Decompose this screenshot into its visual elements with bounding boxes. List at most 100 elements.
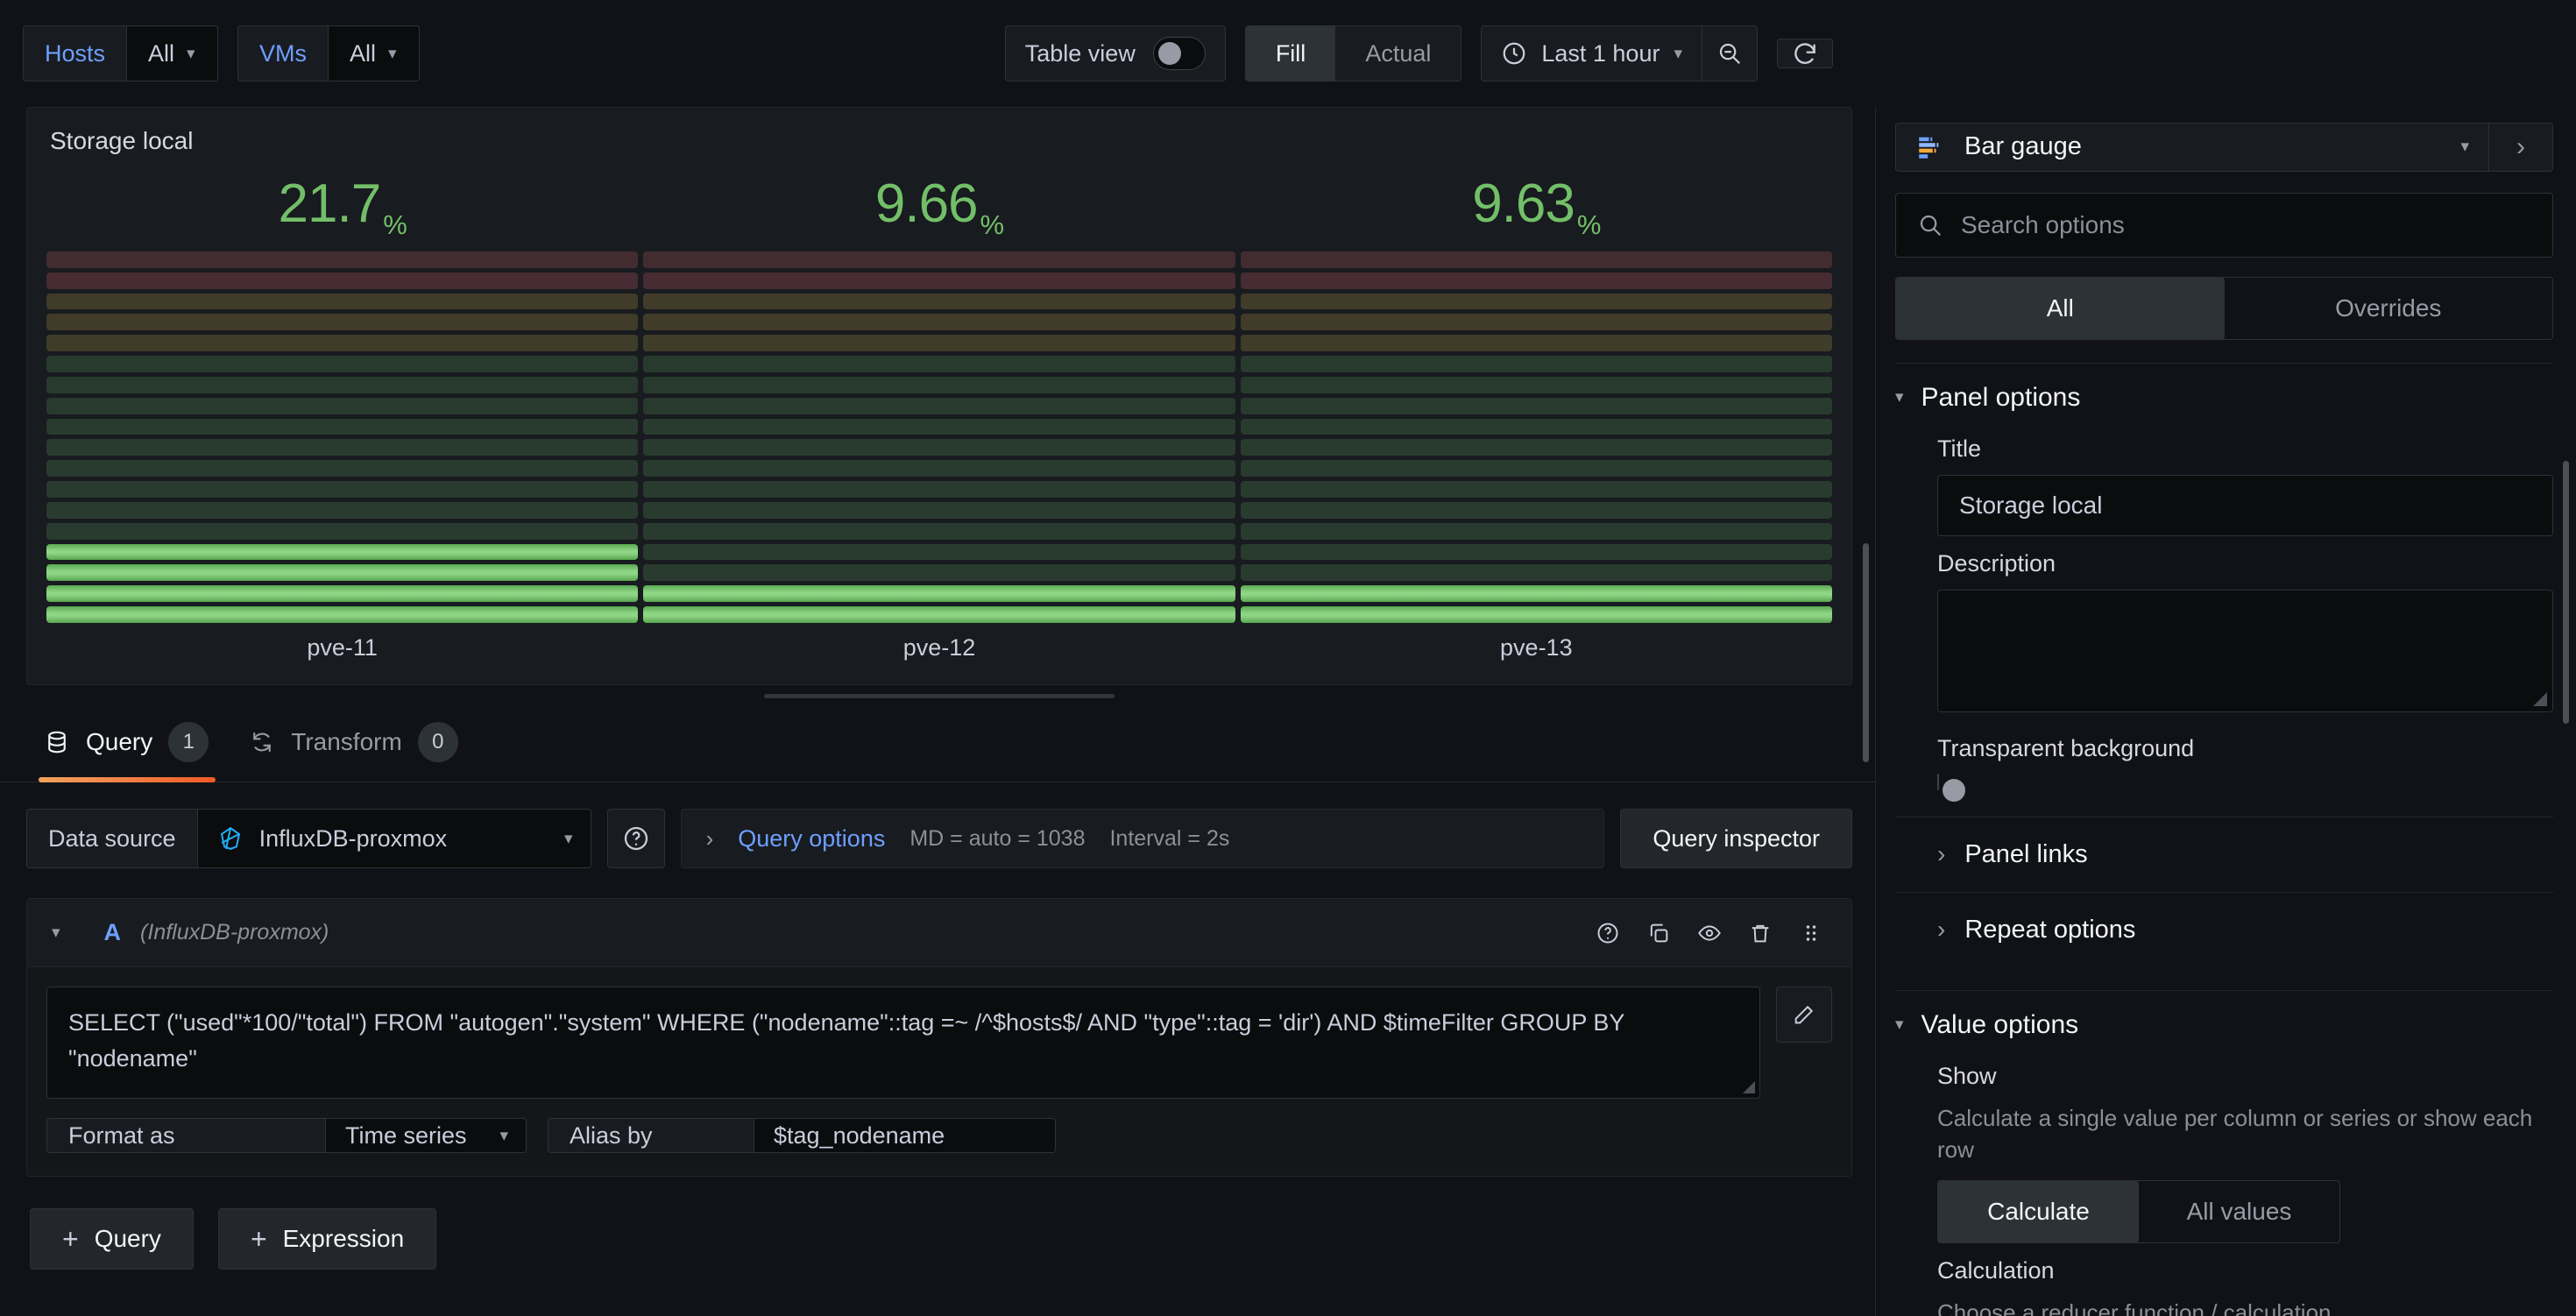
panel-links-collapsible[interactable]: › Panel links [1895, 816, 2553, 892]
table-view-toggle[interactable]: Table view [1004, 25, 1226, 81]
gauge-cell [1240, 564, 1832, 582]
field-transparent-background: Transparent background [1895, 712, 2553, 790]
chevron-right-icon: › [2516, 131, 2525, 161]
query-editor-body: Data source InfluxDB-proxmox ▾ › Query o… [0, 782, 1875, 1316]
format-alias-row: Format as Time series ▾ Alias by $tag_no… [27, 1118, 1851, 1176]
query-text-editor: SELECT ("used"*100/"total") FROM "autoge… [27, 967, 1851, 1118]
gauge-column: 9.66% pve-12 [643, 155, 1235, 672]
format-as-select[interactable]: Time series ▾ [325, 1118, 527, 1153]
panel-options-header[interactable]: ▾ Panel options [1895, 383, 2553, 421]
gauge-cell [643, 314, 1235, 331]
gauge-cell [1240, 543, 1832, 561]
table-view-switch[interactable] [1152, 37, 1206, 70]
gauge-value: 9.66% [643, 155, 1235, 251]
duplicate-icon[interactable] [1646, 921, 1671, 945]
gauge-cell [46, 564, 639, 582]
gauge-cell [1240, 481, 1832, 498]
drag-grip-icon[interactable] [1799, 921, 1823, 945]
options-scrollbar[interactable] [2563, 460, 2569, 724]
description-textarea[interactable] [1937, 589, 2553, 712]
gauge-cell [1240, 606, 1832, 623]
variable-select-hosts[interactable]: All ▾ [126, 25, 219, 81]
eye-icon[interactable] [1697, 921, 1722, 945]
show-option-calculate[interactable]: Calculate [1938, 1180, 2139, 1242]
add-query-button[interactable]: + Query [30, 1208, 194, 1270]
time-range-picker[interactable]: Last 1 hour ▾ [1481, 25, 1702, 81]
gauge-cell [1240, 439, 1832, 456]
fill-option[interactable]: Fill [1245, 26, 1336, 81]
variable-value-vms: All [350, 39, 377, 67]
query-options-bar[interactable]: › Query options MD = auto = 1038 Interva… [680, 809, 1605, 868]
zoom-out-button[interactable] [1702, 25, 1758, 81]
title-input[interactable]: Storage local [1937, 474, 2553, 536]
gauge-value-number: 9.66 [874, 173, 979, 234]
left-pane: Storage local 21.7% pve-11 9.66% pve-12 9.63… [0, 107, 1875, 1316]
options-search[interactable]: Search options [1895, 192, 2553, 258]
query-count-badge: 1 [168, 722, 209, 762]
field-title: Title Storage local [1895, 421, 2553, 536]
gauge-cell [46, 418, 639, 435]
repeat-options-collapsible[interactable]: › Repeat options [1895, 891, 2553, 967]
zoom-out-icon [1716, 40, 1743, 67]
chevron-down-icon: ▾ [499, 1126, 508, 1145]
chevron-right-icon: › [1937, 916, 1946, 944]
gauge-cell [1240, 418, 1832, 435]
bar-gauge-icon [1915, 132, 1945, 162]
gauge-category-label: pve-12 [902, 633, 976, 661]
gauge-cell [46, 481, 639, 498]
actual-option[interactable]: Actual [1335, 26, 1461, 81]
format-as-label: Format as [46, 1118, 325, 1153]
trash-icon[interactable] [1748, 921, 1773, 945]
alias-by-input[interactable]: $tag_nodename [754, 1118, 1056, 1153]
fill-actual-toggle: Fill Actual [1244, 25, 1462, 81]
variable-label-hosts: Hosts [23, 25, 127, 81]
table-view-label: Table view [1024, 39, 1136, 67]
add-expression-button[interactable]: + Expression [217, 1208, 437, 1270]
query-ref-id[interactable]: A [104, 919, 122, 946]
search-icon [1917, 212, 1943, 238]
gauge-cell [1240, 501, 1832, 519]
edit-query-button[interactable] [1776, 987, 1832, 1043]
add-expression-label: Expression [282, 1225, 405, 1252]
gauge-cell [46, 460, 639, 478]
gauge-value-unit: % [383, 209, 407, 240]
transparent-background-label: Transparent background [1937, 734, 2195, 761]
panel-preview-wrap: Storage local 21.7% pve-11 9.66% pve-12 9.63… [0, 107, 1875, 702]
value-options-header[interactable]: ▾ Value options [1895, 1010, 2553, 1049]
gauge-cell [1240, 585, 1832, 603]
gauge-cell [46, 356, 639, 372]
field-calculation: Calculation Choose a reducer function / … [1895, 1243, 2553, 1316]
help-circle-icon[interactable] [1596, 921, 1620, 945]
sql-textarea[interactable]: SELECT ("used"*100/"total") FROM "autoge… [46, 987, 1760, 1099]
clock-icon [1501, 40, 1527, 67]
filter-tab-overrides[interactable]: Overrides [2225, 278, 2553, 339]
gauge-cell [643, 356, 1235, 372]
variable-select-vms[interactable]: All ▾ [328, 25, 421, 81]
collapse-options-button[interactable]: › [2488, 123, 2553, 172]
tab-transform[interactable]: Transform 0 [231, 722, 481, 782]
query-row-header: ▾ A (InfluxDB-proxmox) [27, 899, 1851, 967]
description-label: Description [1937, 549, 2056, 577]
gauge-value: 9.63% [1241, 155, 1832, 251]
refresh-button[interactable] [1777, 39, 1833, 68]
data-source-picker[interactable]: InfluxDB-proxmox ▾ [196, 809, 591, 868]
query-inspector-button[interactable]: Query inspector [1620, 809, 1852, 868]
show-option-all-values[interactable]: All values [2139, 1181, 2339, 1242]
gauge-cell [643, 481, 1235, 498]
filter-tab-all[interactable]: All [1896, 277, 2225, 339]
gauge-cell [46, 335, 639, 352]
datasource-help-button[interactable] [606, 809, 665, 868]
chevron-down-icon[interactable]: ▾ [52, 924, 60, 941]
tab-query[interactable]: Query 1 [26, 722, 231, 782]
gauge-cell [46, 522, 639, 540]
top-toolbar: Hosts All ▾ VMs All ▾ Table view Fill Ac… [0, 0, 2576, 107]
panel-resize-handle[interactable] [26, 685, 1852, 702]
variable-value-hosts: All [148, 39, 175, 67]
transparent-background-switch[interactable] [1937, 773, 1939, 790]
gauge-cells [46, 251, 639, 623]
transform-icon [249, 729, 275, 755]
value-options-title: Value options [1921, 1009, 2079, 1039]
visualization-picker[interactable]: Bar gauge ▾ [1895, 123, 2488, 172]
left-pane-scrollbar[interactable] [1863, 543, 1869, 762]
gauge-cell [1240, 293, 1832, 310]
